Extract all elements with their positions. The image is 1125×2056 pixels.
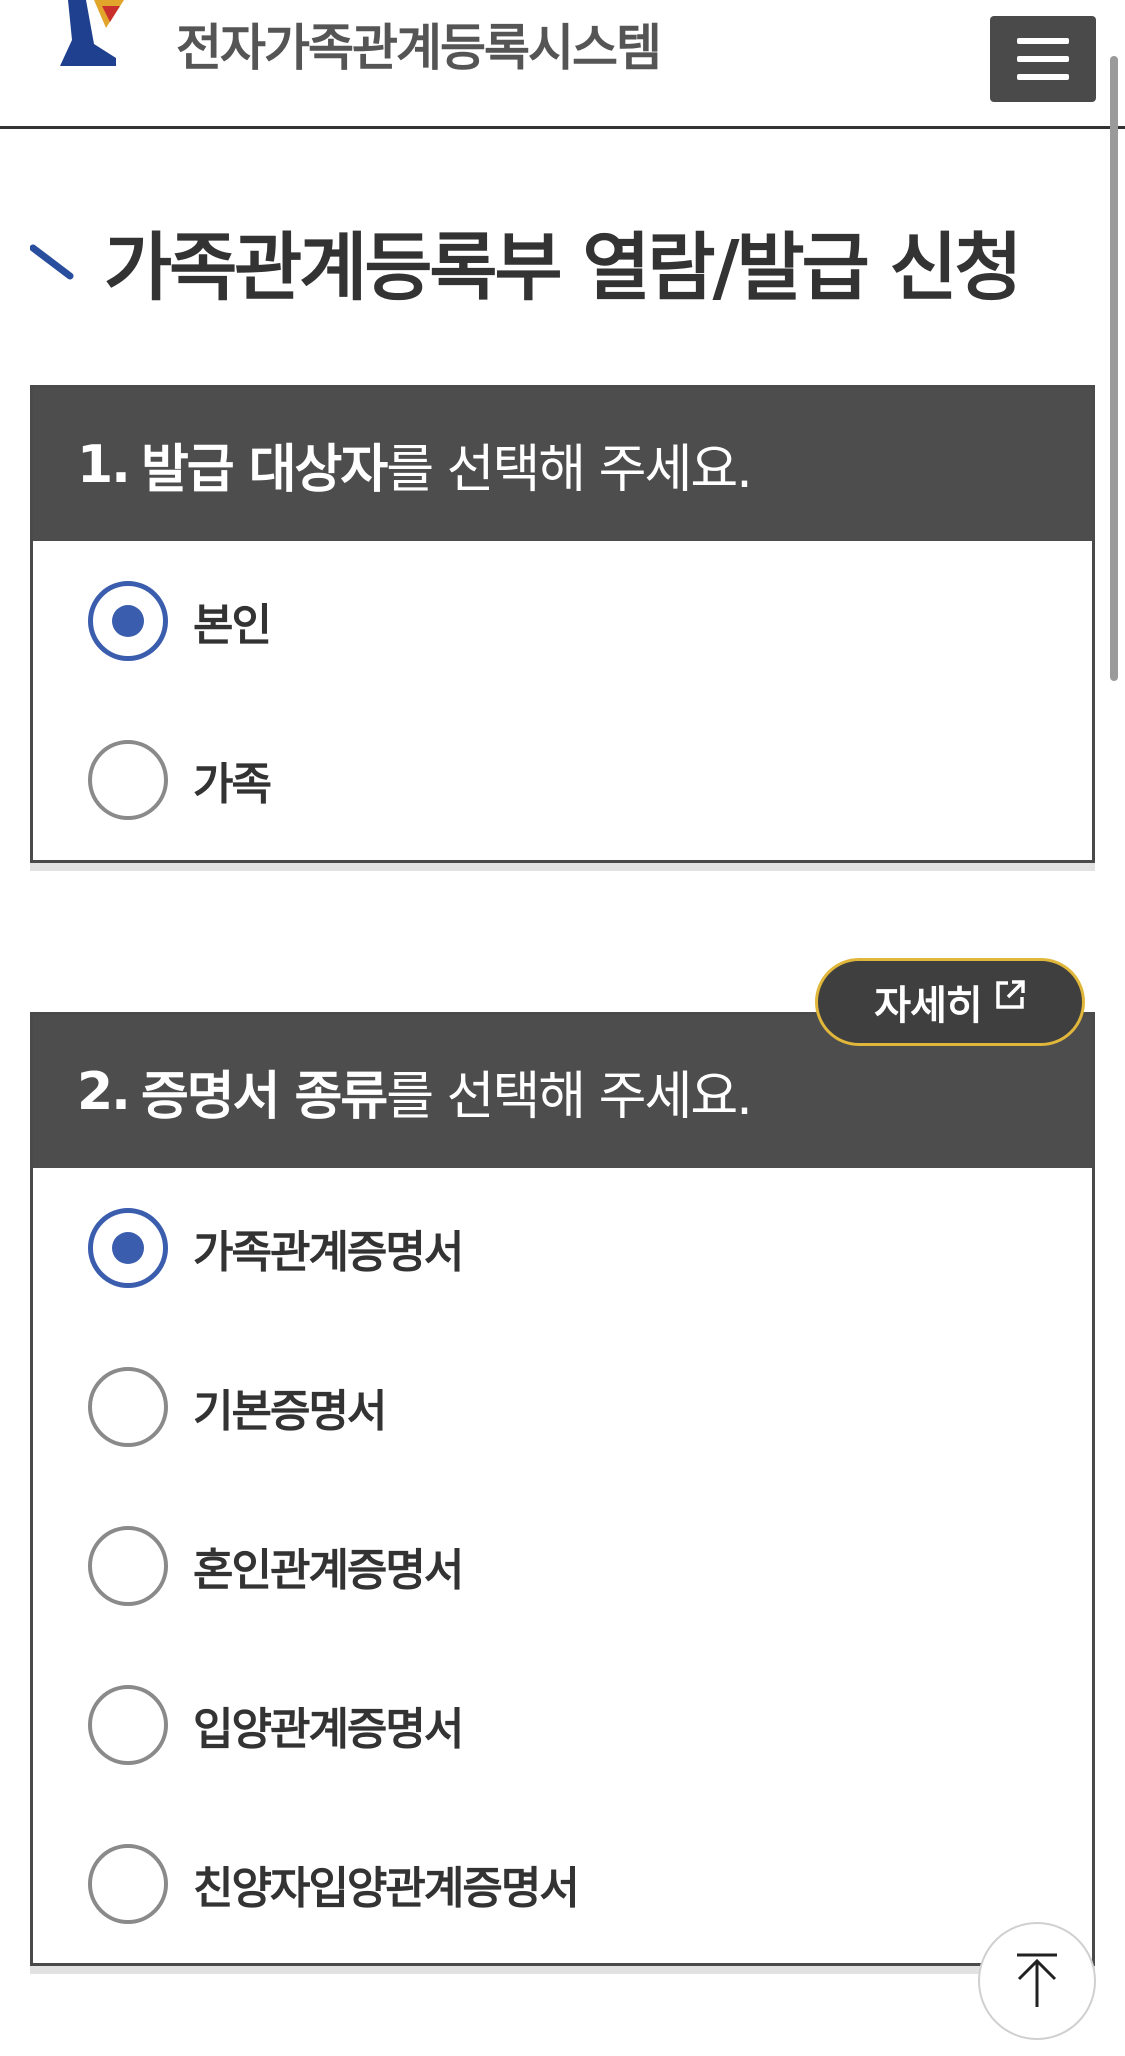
radio-unchecked-icon[interactable]: [88, 739, 168, 820]
menu-bar-icon: [1017, 38, 1069, 44]
radio-option-family[interactable]: 가족: [33, 700, 1092, 859]
radio-option-family-relation-cert[interactable]: 가족관계증명서: [33, 1168, 1092, 1327]
site-header: 전자가족관계등록시스템: [0, 0, 1125, 129]
radio-label: 혼인관계증명서: [193, 1544, 464, 1596]
radio-label: 가족관계증명서: [193, 1226, 464, 1278]
radio-unchecked-icon[interactable]: [88, 1366, 168, 1447]
radio-checked-icon[interactable]: [88, 580, 168, 661]
radio-checked-icon[interactable]: [88, 1207, 168, 1288]
section-2-number: 2.: [77, 1061, 131, 1122]
radio-label: 본인: [193, 599, 272, 651]
title-accent-icon: [30, 244, 74, 280]
detail-button-label: 자세히: [874, 983, 982, 1029]
menu-bar-icon: [1017, 74, 1069, 80]
back-to-top-button[interactable]: [978, 1922, 1096, 2040]
section-1-title-rest: 를 선택해 주세요.: [386, 440, 752, 500]
radio-option-marriage-cert[interactable]: 혼인관계증명서: [33, 1486, 1092, 1645]
section-1-title-strong: 발급 대상자: [140, 440, 388, 500]
site-logo-icon[interactable]: [54, 0, 126, 66]
page-title: 가족관계등록부 열람/발급 신청: [104, 225, 1023, 311]
section-1-heading: 1. 발급 대상자 를 선택해 주세요.: [33, 388, 1092, 541]
radio-option-full-adoption-cert[interactable]: 친양자입양관계증명서: [33, 1804, 1092, 1963]
detail-button[interactable]: 자세히: [815, 958, 1085, 1046]
menu-bar-icon: [1017, 56, 1069, 62]
section-2-title-strong: 증명서 종류: [140, 1067, 388, 1127]
radio-label: 기본증명서: [193, 1385, 387, 1437]
radio-unchecked-icon[interactable]: [88, 1525, 168, 1606]
radio-option-adoption-cert[interactable]: 입양관계증명서: [33, 1645, 1092, 1804]
certificate-type-section: 2. 증명서 종류 를 선택해 주세요. 가족관계증명서 기본증명서 혼인관계증…: [30, 1012, 1095, 1966]
page-scrollbar[interactable]: [1110, 56, 1118, 681]
radio-label: 친양자입양관계증명서: [193, 1862, 580, 1914]
section-2-title-rest: 를 선택해 주세요.: [386, 1067, 752, 1127]
radio-option-basic-cert[interactable]: 기본증명서: [33, 1327, 1092, 1486]
target-person-section: 1. 발급 대상자 를 선택해 주세요. 본인 가족: [30, 385, 1095, 863]
radio-unchecked-icon[interactable]: [88, 1684, 168, 1765]
radio-option-self[interactable]: 본인: [33, 541, 1092, 700]
section-1-number: 1.: [77, 434, 131, 495]
radio-label: 입양관계증명서: [193, 1703, 464, 1755]
radio-unchecked-icon[interactable]: [88, 1843, 168, 1924]
arrow-up-icon: [1017, 1953, 1057, 2007]
hamburger-menu-button[interactable]: [990, 16, 1096, 102]
site-name[interactable]: 전자가족관계등록시스템: [176, 8, 662, 80]
external-link-icon: [995, 980, 1025, 1009]
radio-label: 가족: [193, 758, 272, 810]
